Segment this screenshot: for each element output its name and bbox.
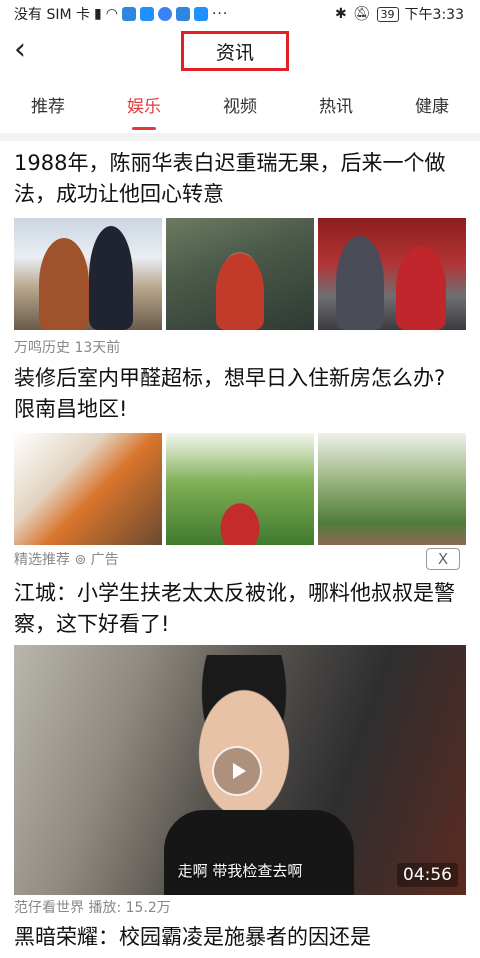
category-tabs: 推荐 娱乐 视频 热讯 健康 [0,86,480,132]
app-notification-icon [139,7,154,21]
thumbnail-image [166,433,314,545]
dismiss-ad-button[interactable]: X [426,548,460,570]
thumbnail-image [14,433,162,545]
bluetooth-icon: ✱ [335,6,347,22]
sim-icon: ▮ [94,6,102,22]
tab-recommend[interactable]: 推荐 [0,86,96,132]
video-player[interactable]: 走啊 带我检查去啊 04:56 [14,645,466,895]
page-title-text: 资讯 [215,41,254,64]
tab-hot[interactable]: 热讯 [288,86,384,132]
thumbnail-row [14,218,466,330]
status-bar: 没有 SIM 卡 ▮ ◠ ··· ✱ 🔕︎ 39 下午3:33 [0,0,480,26]
app-notification-icon [157,7,172,21]
thumbnail-image [318,433,466,545]
tab-label: 热讯 [319,97,353,117]
app-header: ‹ 资讯 [0,26,480,78]
tab-label: 娱乐 [127,97,161,117]
article-meta: 万鸣历史 13天前 [14,340,121,356]
wifi-icon: ◠ [105,6,118,22]
ad-item[interactable]: 装修后室内甲醛超标，想早日入住新房怎么办?限南昌地区! [14,363,466,545]
active-tab-indicator [132,127,156,130]
carrier-text: 没有 SIM 卡 [14,7,90,23]
tab-label: 视频 [223,97,257,117]
play-icon [232,763,246,779]
app-notification-icon [193,7,208,21]
divider [0,133,480,141]
thumbnail-image [318,218,466,330]
ad-meta-row: 精选推荐 ⊚ 广告 X [14,548,466,572]
tab-label: 推荐 [31,97,65,117]
article-title: 黑暗荣耀：校园霸凌是施暴者的因还是 [14,925,371,949]
thumbnail-row [14,433,466,545]
page-title: 资讯 [181,31,289,71]
tab-health[interactable]: 健康 [384,86,480,132]
video-duration: 04:56 [397,863,458,887]
more-notifications-icon: ··· [211,6,229,22]
thumbnail-image [14,218,162,330]
play-button[interactable] [212,746,262,796]
article-title: 江城：小学生扶老太太反被讹，哪料他叔叔是警察，这下好看了! [14,581,455,636]
news-item[interactable]: 黑暗荣耀：校园霸凌是施暴者的因还是 [14,922,466,953]
thumbnail-image [166,218,314,330]
app-notification-icon [121,7,136,21]
tab-entertainment[interactable]: 娱乐 [96,86,192,132]
article-title: 1988年，陈丽华表白迟重瑞无果，后来一个做法，成功让他回心转意 [14,151,446,206]
back-button[interactable]: ‹ [14,35,44,66]
battery-icon: 39 [376,6,399,22]
clock: 下午3:33 [404,7,464,23]
tab-label: 健康 [415,97,449,117]
chevron-left-icon: ‹ [14,32,26,67]
video-news-item[interactable]: 江城：小学生扶老太太反被讹，哪料他叔叔是警察，这下好看了! [14,578,466,640]
article-title: 装修后室内甲醛超标，想早日入住新房怎么办?限南昌地区! [14,366,446,421]
news-item[interactable]: 1988年，陈丽华表白迟重瑞无果，后来一个做法，成功让他回心转意 万鸣历史 13… [14,148,466,358]
close-icon: X [437,550,449,568]
article-meta: 范仔看世界 播放: 15.2万 [14,900,171,916]
app-notification-icon [175,7,190,21]
article-meta-row: 范仔看世界 播放: 15.2万 [14,898,466,918]
ad-label: 精选推荐 ⊚ 广告 [14,552,119,568]
video-frame [164,810,354,895]
video-frame [174,655,314,825]
tab-video[interactable]: 视频 [192,86,288,132]
mute-icon: 🔕︎ [352,6,371,22]
